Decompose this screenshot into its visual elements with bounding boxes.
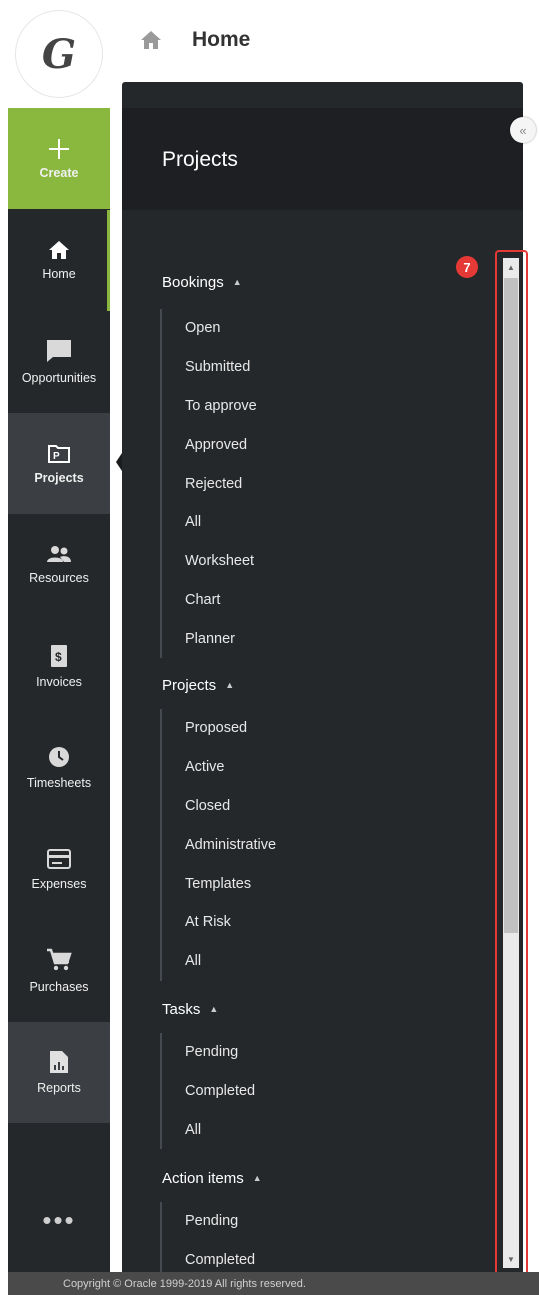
caret-up-icon: ▲ <box>252 1173 262 1183</box>
menu-item-bookings-to-approve[interactable]: To approve <box>162 387 257 426</box>
section-projects-header[interactable]: Projects ▲ <box>162 671 276 699</box>
caret-up-icon: ▲ <box>232 277 242 287</box>
nav-create[interactable]: Create <box>8 108 110 209</box>
credit-card-icon <box>47 848 71 869</box>
section-tasks-label: Tasks <box>162 1000 201 1018</box>
plus-icon <box>49 138 69 159</box>
nav-home[interactable]: Home <box>8 210 110 311</box>
nav-resources[interactable]: Resources <box>8 514 110 615</box>
copyright-footer: Copyright © Oracle 1999-2019 All rights … <box>8 1272 539 1295</box>
menu-item-projects-administrative[interactable]: Administrative <box>162 825 276 864</box>
section-action-items-label: Action items <box>162 1169 244 1187</box>
nav-expenses[interactable]: Expenses <box>8 819 110 920</box>
clock-icon <box>49 746 69 767</box>
menu-item-bookings-rejected[interactable]: Rejected <box>162 464 257 503</box>
nav-timesheets[interactable]: Timesheets <box>8 717 110 818</box>
shopping-cart-icon <box>47 948 72 970</box>
app-logo[interactable]: G <box>16 11 102 97</box>
more-dots-icon: ••• <box>42 1205 76 1235</box>
nav-opportunities-label: Opportunities <box>21 370 97 385</box>
nav-resources-label: Resources <box>29 570 89 585</box>
projects-list: Proposed Active Closed Administrative Te… <box>160 709 276 981</box>
menu-item-bookings-all[interactable]: All <box>162 503 257 542</box>
left-nav: G Create Home Opportunities P Projects R… <box>8 0 110 1272</box>
action-items-list: Pending Completed <box>160 1202 262 1272</box>
people-icon <box>47 545 71 562</box>
bookings-list: Open Submitted To approve Approved Rejec… <box>160 309 257 659</box>
menu-item-tasks-all[interactable]: All <box>162 1111 255 1150</box>
menu-item-bookings-chart[interactable]: Chart <box>162 581 257 620</box>
section-bookings-header[interactable]: Bookings ▲ <box>162 268 257 296</box>
menu-item-projects-closed[interactable]: Closed <box>162 787 276 826</box>
invoice-dollar-icon: $ <box>51 644 67 667</box>
nav-home-label: Home <box>42 266 76 281</box>
scrollbar-annotation-box <box>495 250 528 1276</box>
flyout-header: Projects <box>122 108 523 210</box>
section-action-items-header[interactable]: Action items ▲ <box>162 1164 262 1192</box>
section-projects: Projects ▲ Proposed Active Closed Admini… <box>160 671 276 981</box>
menu-item-projects-all[interactable]: All <box>162 942 276 981</box>
section-bookings: Bookings ▲ Open Submitted To approve App… <box>160 268 257 659</box>
page: Home G Create Home Opportunities P Proje… <box>0 0 539 1295</box>
menu-item-action-items-completed[interactable]: Completed <box>162 1241 262 1272</box>
menu-item-projects-templates[interactable]: Templates <box>162 864 276 903</box>
menu-item-projects-at-risk[interactable]: At Risk <box>162 903 276 942</box>
menu-item-bookings-planner[interactable]: Planner <box>162 619 257 658</box>
svg-text:$: $ <box>55 650 62 664</box>
section-tasks: Tasks ▲ Pending Completed All <box>160 995 255 1150</box>
nav-expenses-label: Expenses <box>31 876 87 891</box>
caret-up-icon: ▲ <box>225 680 235 690</box>
nav-more[interactable]: ••• <box>8 1170 110 1271</box>
chat-bubble-icon <box>47 339 71 362</box>
logo-area: G <box>8 0 110 108</box>
nav-projects[interactable]: P Projects <box>8 413 110 514</box>
flyout-title: Projects <box>162 148 238 171</box>
tasks-list: Pending Completed All <box>160 1033 255 1150</box>
svg-text:P: P <box>53 451 60 462</box>
menu-item-bookings-open[interactable]: Open <box>162 309 257 348</box>
section-tasks-header[interactable]: Tasks ▲ <box>162 995 255 1023</box>
nav-invoices-label: Invoices <box>36 674 82 689</box>
page-title: Home <box>192 28 251 51</box>
menu-item-action-items-pending[interactable]: Pending <box>162 1202 262 1241</box>
annotation-badge: 7 <box>456 256 478 278</box>
collapse-flyout-button[interactable]: « <box>510 117 536 143</box>
nav-reports-label: Reports <box>37 1080 81 1095</box>
section-projects-label: Projects <box>162 676 217 694</box>
menu-item-bookings-worksheet[interactable]: Worksheet <box>162 542 257 581</box>
section-bookings-label: Bookings <box>162 273 224 291</box>
menu-item-bookings-approved[interactable]: Approved <box>162 425 257 464</box>
nav-create-label: Create <box>39 165 79 180</box>
home-icon <box>49 240 69 259</box>
nav-projects-label: Projects <box>34 470 84 485</box>
section-action-items: Action items ▲ Pending Completed <box>160 1164 262 1272</box>
menu-item-tasks-pending[interactable]: Pending <box>162 1033 255 1072</box>
menu-item-projects-proposed[interactable]: Proposed <box>162 709 276 748</box>
caret-up-icon: ▲ <box>209 1004 219 1014</box>
top-bar: Home <box>110 0 539 82</box>
menu-item-tasks-completed[interactable]: Completed <box>162 1072 255 1111</box>
nav-invoices[interactable]: $ Invoices <box>8 616 110 717</box>
nav-opportunities[interactable]: Opportunities <box>8 311 110 412</box>
nav-reports[interactable]: Reports <box>8 1022 110 1123</box>
report-chart-icon <box>50 1050 68 1073</box>
nav-purchases[interactable]: Purchases <box>8 920 110 1021</box>
menu-item-bookings-submitted[interactable]: Submitted <box>162 348 257 387</box>
nav-purchases-label: Purchases <box>29 979 89 994</box>
projects-folder-icon: P <box>48 444 70 463</box>
home-icon[interactable] <box>140 30 162 50</box>
nav-timesheets-label: Timesheets <box>26 775 92 790</box>
menu-item-projects-active[interactable]: Active <box>162 748 276 787</box>
